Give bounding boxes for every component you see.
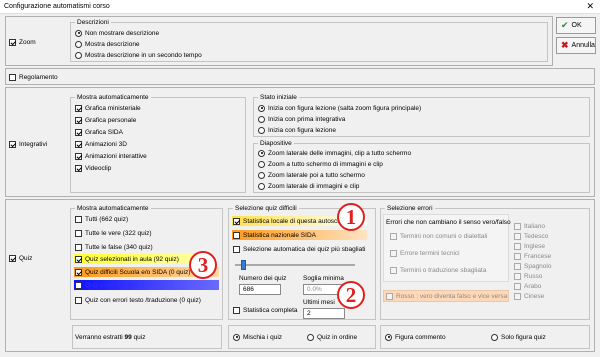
lang-item[interactable]: Tedesco [514,231,548,241]
quiz-label: Quiz [19,254,33,262]
quiz-slider-track[interactable] [235,264,355,266]
zoom-checkbox[interactable]: Zoom [9,37,36,47]
lang-item[interactable]: Inglese [514,241,545,251]
radio-option[interactable]: Figura commento [385,332,446,342]
radio-option[interactable]: Zoom laterale poi a tutto schermo [258,170,365,180]
checkbox-box[interactable] [9,254,16,262]
quiz-checkbox[interactable]: Quiz [9,253,32,263]
group-label: Descrizioni [75,18,111,27]
ok-button[interactable]: ✔ OK [556,17,596,34]
lang-item[interactable]: Arabo [514,281,541,291]
callout-1: 1 [337,203,365,231]
quiz-count-text: Verranno estratti 99 quiz [75,333,146,341]
radio-option[interactable]: Zoom laterale delle immagini, clip a tut… [258,148,411,158]
cancel-button[interactable]: ✖ Annulla [556,37,596,54]
error-types-title: Errori che non cambiano il senso vero/fa… [386,218,511,226]
integrativi-label: Integrativi [19,140,48,148]
list-item[interactable]: Grafica ministeriale [75,103,141,113]
mesi-input[interactable]: 2 [303,308,345,319]
callout-2: 2 [337,281,365,309]
radio-option[interactable]: Solo figura quiz [491,332,546,342]
radio-option[interactable]: Quiz in ordine [307,332,357,342]
list-item[interactable]: Animazioni 3D [75,139,127,149]
lang-item[interactable]: Cinese [514,291,544,301]
lang-item[interactable]: Francese [514,251,551,261]
checkbox-box[interactable] [9,38,16,46]
radio-option[interactable]: Inizia con prima integrativa [258,114,345,124]
list-item[interactable]: Errore termini tecnici [390,248,460,258]
radio-option[interactable]: Zoom laterale di immagini e clip [258,181,359,191]
list-item[interactable]: Animazioni interattive [75,151,147,161]
close-icon[interactable]: ✕ [586,1,594,12]
list-item[interactable]: Grafica personale [75,115,136,125]
lang-item[interactable]: Spagnolo [514,261,551,271]
check-icon: ✔ [561,20,569,30]
quiz-selected-row[interactable]: Quiz selezionati in aula (92 quiz) [74,254,194,264]
quiz-count-box: Verranno estratti 99 quiz [72,325,222,349]
title-bar: Configurazione automatismi corso ✕ [0,0,600,14]
list-item[interactable]: Tutti (662 quiz) [75,214,128,224]
stat-completa-checkbox[interactable]: Statistica completa [233,305,298,315]
radio-option[interactable]: Inizia con figura lezione (salta zoom fi… [258,103,421,113]
error-selection-group: Selezione errori Errori che non cambiano… [380,204,590,320]
stato-iniziale-group: Stato iniziale Inizia con figura lezione… [253,93,590,137]
radio-option[interactable]: Mostra descrizione in un secondo tempo [75,50,202,60]
radio-option[interactable]: Inizia con figura lezione [258,125,336,135]
descrizioni-group: Descrizioni Non mostrare descrizione Mos… [70,18,548,62]
list-item[interactable]: Tutte le vere (322 quiz) [75,228,152,238]
checkbox-box[interactable] [9,73,16,81]
num-quiz-label: Numero dei quiz [239,274,287,282]
soglia-label: Soglia minima [303,274,344,282]
radio-option[interactable]: Non mostrare descrizione [75,28,159,38]
ok-label: OK [571,22,582,29]
quiz-panel: Quiz Mostra automaticamente Tutti (662 q… [5,199,595,352]
num-quiz-input[interactable]: 686 [239,284,281,295]
list-item[interactable]: Tutte le false (340 quiz) [75,242,153,252]
error-types-box: Errori che non cambiano il senso vero/fa… [383,214,511,282]
window-title: Configurazione automatismi corso [4,3,110,10]
list-item[interactable]: Grafica SIDA [75,127,123,137]
cross-icon: ✖ [561,40,569,50]
quiz-wrong-row[interactable]: Quiz errati (0 quiz) [74,280,219,290]
mesi-label: Ultimi mesi [303,298,335,306]
lang-item[interactable]: Russo [514,271,542,281]
list-item[interactable]: Selezione automatica dei quiz più sbagli… [233,244,366,254]
regolamento-checkbox[interactable]: Regolamento [9,72,58,82]
list-item[interactable]: Videoclip [75,163,111,173]
radio-option[interactable]: Mischia i quiz [233,332,282,342]
radio-option[interactable]: Mostra descrizione [75,39,140,49]
integrativi-checkbox[interactable]: Integrativi [9,139,47,149]
diapositive-group: Diapositive Zoom laterale delle immagini… [253,139,590,193]
zoom-panel: Zoom Descrizioni Non mostrare descrizion… [5,16,553,66]
cancel-label: Annulla [571,42,595,49]
zoom-label: Zoom [19,38,36,46]
integrativi-auto-group: Mostra automaticamente Grafica ministeri… [70,93,246,193]
regolamento-label: Regolamento [19,73,58,81]
regolamento-panel: Regolamento [5,68,595,85]
checkbox-box[interactable] [9,140,16,148]
stat-national-row[interactable]: Statistica nazionale SIDA [232,230,367,240]
integrativi-panel: Integrativi Mostra automaticamente Grafi… [5,87,595,197]
callout-3: 3 [189,251,217,279]
list-item[interactable]: Quiz con errori testo /traduzione (0 qui… [75,295,201,305]
order-box: Mischia i quiz Quiz in ordine [228,325,376,349]
lang-item[interactable]: Italiano [514,221,545,231]
list-item[interactable]: Termini non comuni o dialettali [390,231,487,241]
list-item[interactable]: Termini o traduzione sbagliata [390,265,486,275]
radio-option[interactable]: Zoom a tutto schermo di immagini e clip [258,159,383,169]
figure-box: Figura commento Solo figura quiz [380,325,590,349]
quiz-slider-thumb[interactable] [241,260,246,270]
rosso-row[interactable]: Rosso : vero diventa falso e vice versa [383,290,509,302]
